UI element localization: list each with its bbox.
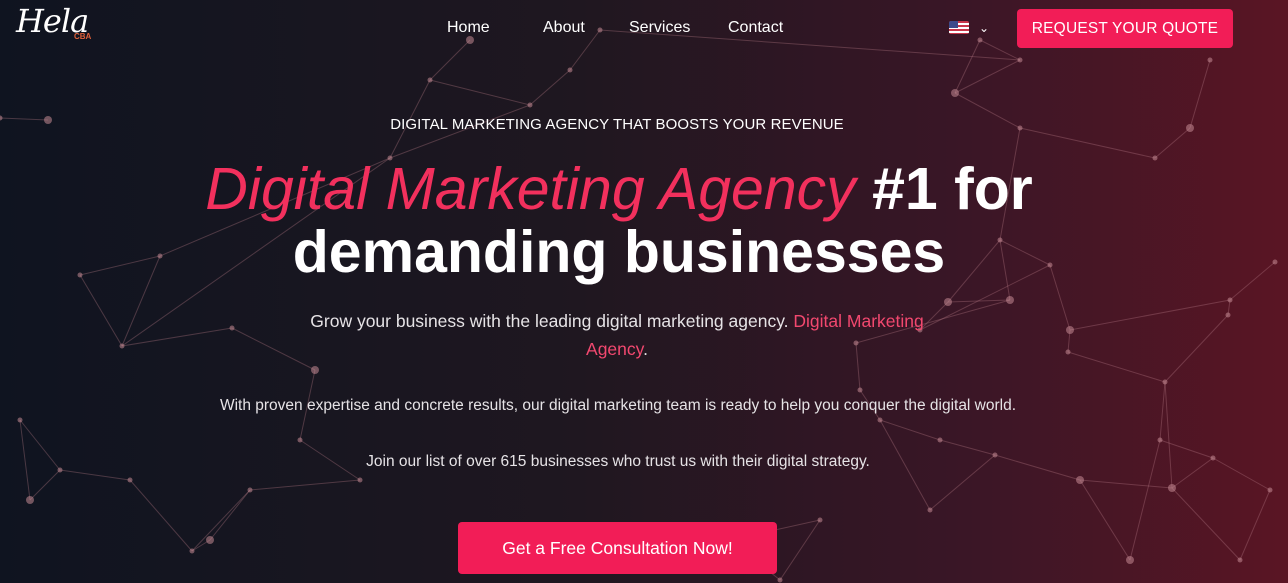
lead-end: . [643,339,648,359]
hero-lead: Grow your business with the leading digi… [309,307,925,363]
network-background [0,27,1278,583]
request-quote-button[interactable]: REQUEST YOUR QUOTE [1017,9,1233,48]
nav-home[interactable]: Home [447,18,490,38]
hero-headline: Digital Marketing Agency #1 for demandin… [0,158,1238,284]
headline-rest-1: #1 for [872,156,1033,222]
nav-about[interactable]: About [543,18,585,38]
language-selector[interactable]: ⌄ [949,19,991,37]
hero-paragraph-1: With proven expertise and concrete resul… [219,397,1017,414]
free-consultation-button[interactable]: Get a Free Consultation Now! [458,522,777,574]
chevron-down-icon: ⌄ [979,21,990,35]
headline-accent: Digital Marketing Agency [205,156,856,222]
nav-services[interactable]: Services [629,18,690,38]
hero-paragraph-2: Join our list of over 615 businesses who… [366,453,870,470]
lead-text: Grow your business with the leading digi… [310,311,789,331]
us-flag-icon [949,21,969,34]
hero-kicker: DIGITAL MARKETING AGENCY THAT BOOSTS YOU… [390,116,844,133]
headline-rest-2: demanding businesses [292,219,946,285]
nav-contact[interactable]: Contact [728,18,783,38]
